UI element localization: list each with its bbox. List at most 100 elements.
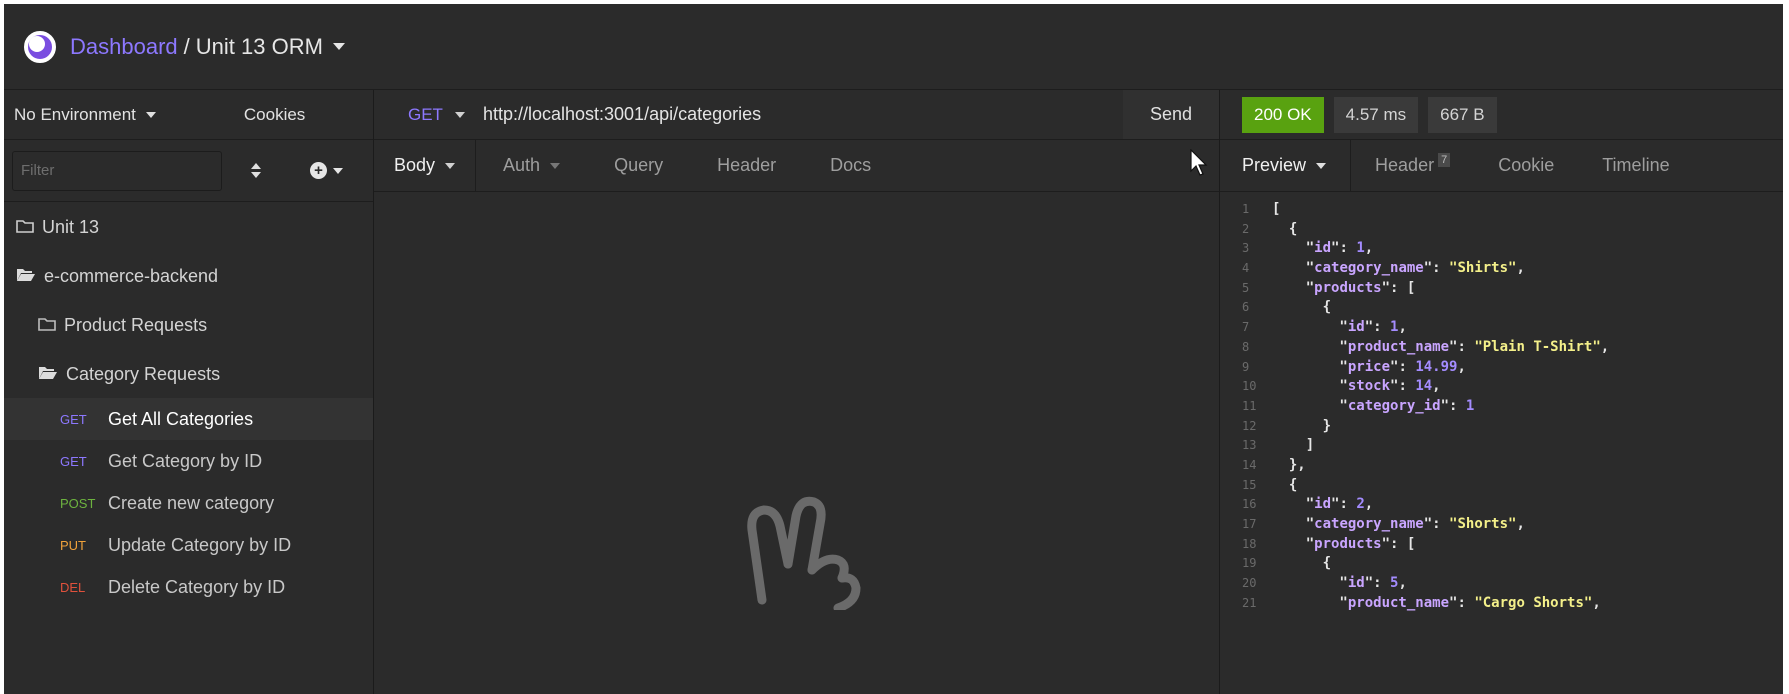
status-badge: 200 OK xyxy=(1242,96,1324,133)
line-number: 16 xyxy=(1242,497,1257,512)
request-item-get-all-categories[interactable]: GET Get All Categories xyxy=(4,398,373,440)
url-input[interactable]: http://localhost:3001/api/categories xyxy=(483,104,1123,125)
sort-icon[interactable] xyxy=(250,162,262,180)
response-pane: 200 OK 4.57 ms 667 B Preview Header 7 Co… xyxy=(1220,90,1783,694)
code-text: [ xyxy=(1272,201,1281,217)
tab-label: Body xyxy=(394,155,436,175)
folder-open-icon xyxy=(16,266,36,287)
line-number: 13 xyxy=(1242,438,1257,453)
line-number: 5 xyxy=(1242,280,1250,295)
environment-dropdown[interactable]: No Environment xyxy=(14,105,156,125)
code-text: ] xyxy=(1272,437,1315,454)
method-badge: DEL xyxy=(60,579,86,595)
response-tabs: Preview Header 7 Cookie Timeline xyxy=(1220,140,1783,192)
tab-label: Header xyxy=(1375,155,1435,175)
code-line: 16 "id": 2, xyxy=(1242,495,1609,515)
code-line: 21 "product_name": "Cargo Shorts", xyxy=(1242,594,1609,614)
tab-docs[interactable]: Docs xyxy=(803,140,898,191)
code-text: "price": 14.99, xyxy=(1272,358,1466,375)
folder-label: Unit 13 xyxy=(42,216,100,237)
response-json-viewer[interactable]: 1[2 {3 "id": 1, 4 "category_name": "Shirt… xyxy=(1242,200,1609,613)
sidebar-toolbar: No Environment Cookies xyxy=(4,90,373,140)
project-dropdown-caret-icon[interactable] xyxy=(332,43,345,50)
code-line: 4 "category_name": "Shirts", xyxy=(1242,259,1609,279)
project-title[interactable]: Unit 13 ORM xyxy=(196,34,323,60)
request-label: Update Category by ID xyxy=(108,534,292,555)
line-number: 1 xyxy=(1242,202,1250,216)
code-line: 14 }, xyxy=(1242,456,1609,476)
filter-row: Filter + xyxy=(4,140,373,202)
folder-e-commerce-backend[interactable]: e-commerce-backend xyxy=(4,252,373,300)
folder-label: Category Requests xyxy=(66,363,221,384)
code-line: 3 "id": 1, xyxy=(1242,239,1609,259)
preview-caret-icon xyxy=(1316,162,1327,169)
folder-label: e-commerce-backend xyxy=(44,265,219,286)
code-text: "category_id": 1 xyxy=(1272,397,1475,414)
tab-cookie[interactable]: Cookie xyxy=(1474,140,1578,191)
code-line: 10 "stock": 14, xyxy=(1242,377,1609,397)
code-text: "stock": 14, xyxy=(1272,378,1441,395)
line-number: 14 xyxy=(1242,457,1257,472)
environment-label: No Environment xyxy=(14,104,136,124)
tab-preview[interactable]: Preview xyxy=(1220,140,1352,191)
code-text: "product_name": "Plain T-Shirt", xyxy=(1272,338,1610,355)
line-number: 18 xyxy=(1242,536,1257,551)
breadcrumb-dashboard-link[interactable]: Dashboard xyxy=(70,34,178,60)
add-request-button[interactable]: + xyxy=(310,162,343,179)
folder-unit-13[interactable]: Unit 13 xyxy=(4,202,373,252)
line-number: 8 xyxy=(1242,339,1250,354)
tab-timeline[interactable]: Timeline xyxy=(1578,140,1693,191)
breadcrumb-separator: / xyxy=(183,33,190,59)
code-text: } xyxy=(1272,417,1332,434)
code-line: 17 "category_name": "Shorts", xyxy=(1242,515,1609,535)
request-label: Get Category by ID xyxy=(108,450,263,471)
tab-header[interactable]: Header xyxy=(690,140,803,191)
tab-auth[interactable]: Auth xyxy=(476,140,587,191)
top-header: Dashboard / Unit 13 ORM xyxy=(4,4,1783,90)
code-text: { xyxy=(1272,476,1298,493)
folder-label: Product Requests xyxy=(64,314,208,335)
folder-open-icon xyxy=(38,364,58,385)
method-caret-icon xyxy=(454,111,465,118)
line-number: 9 xyxy=(1242,359,1250,374)
peace-hand-icon xyxy=(747,496,861,610)
code-line: 20 "id": 5, xyxy=(1242,574,1609,594)
request-tabs: Body Auth Query Header Docs xyxy=(374,140,1219,192)
code-text: "id": 2, xyxy=(1272,496,1374,513)
line-number: 3 xyxy=(1242,241,1250,256)
code-line: 1[ xyxy=(1242,200,1609,220)
line-number: 15 xyxy=(1242,477,1257,492)
method-dropdown[interactable]: GET xyxy=(374,105,465,125)
code-text: "products": [ xyxy=(1272,535,1416,552)
tab-query[interactable]: Query xyxy=(587,140,690,191)
line-number: 4 xyxy=(1242,261,1250,276)
code-line: 18 "products": [ xyxy=(1242,535,1609,555)
tab-label: Auth xyxy=(503,155,541,175)
request-item-update-category-by-id[interactable]: PUT Update Category by ID xyxy=(4,524,373,566)
folder-product-requests[interactable]: Product Requests xyxy=(4,300,373,350)
send-button[interactable]: Send xyxy=(1123,90,1219,139)
sidebar: No Environment Cookies Filter + Unit 13 xyxy=(4,90,374,694)
tab-response-header[interactable]: Header 7 xyxy=(1351,140,1474,191)
app-logo-icon xyxy=(24,30,56,63)
request-item-create-new-category[interactable]: POST Create new category xyxy=(4,482,373,524)
response-status-bar: 200 OK 4.57 ms 667 B xyxy=(1220,90,1783,140)
line-number: 11 xyxy=(1242,398,1257,413)
line-number: 10 xyxy=(1242,379,1257,394)
cookies-button[interactable]: Cookies xyxy=(244,105,305,125)
code-text: "id": 5, xyxy=(1272,575,1407,592)
code-line: 6 { xyxy=(1242,298,1609,318)
line-number: 21 xyxy=(1242,595,1257,610)
code-line: 15 { xyxy=(1242,476,1609,496)
tab-body[interactable]: Body xyxy=(374,140,477,191)
code-line: 9 "price": 14.99, xyxy=(1242,358,1609,378)
line-number: 20 xyxy=(1242,576,1257,591)
method-badge: POST xyxy=(60,495,96,511)
code-line: 8 "product_name": "Plain T-Shirt", xyxy=(1242,338,1609,358)
request-pane: GET http://localhost:3001/api/categories… xyxy=(374,90,1220,694)
folder-category-requests[interactable]: Category Requests xyxy=(4,350,373,398)
request-item-delete-category-by-id[interactable]: DEL Delete Category by ID xyxy=(4,566,373,608)
filter-input[interactable]: Filter xyxy=(12,150,222,191)
request-item-get-category-by-id[interactable]: GET Get Category by ID xyxy=(4,440,373,482)
url-bar: GET http://localhost:3001/api/categories… xyxy=(374,90,1219,140)
